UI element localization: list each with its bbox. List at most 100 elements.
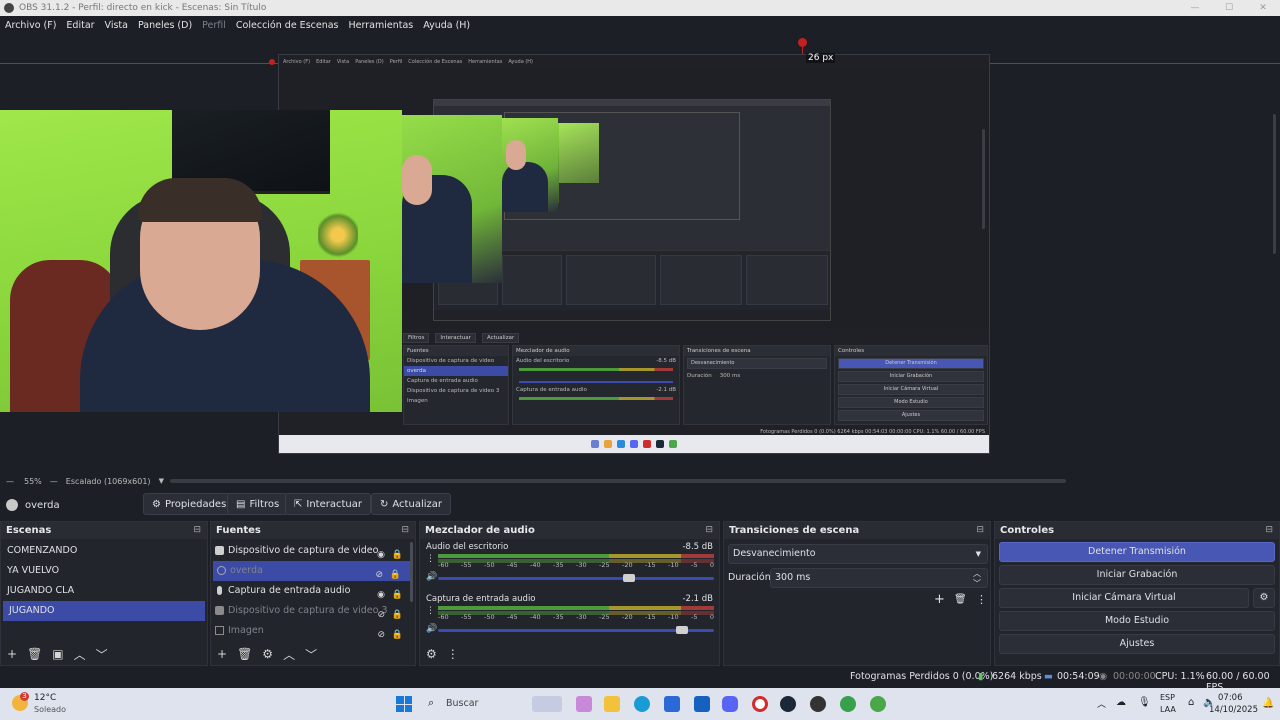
transition-select[interactable]: Desvanecimiento ▼ [728, 544, 988, 564]
clock-time[interactable]: 07:06 [1218, 693, 1243, 703]
zoom-in-button[interactable]: — [50, 477, 58, 486]
remove-transition-icon[interactable]: 🗑 [954, 594, 967, 605]
speaker-icon[interactable]: 🔊 [426, 624, 437, 634]
network-icon[interactable]: ⌂ [1188, 697, 1194, 708]
lock-icon[interactable]: 🔒 [392, 625, 403, 645]
add-source-icon[interactable]: + [217, 647, 227, 661]
guide-handle-icon[interactable] [798, 38, 807, 47]
zoom-dropdown-icon[interactable]: ▼ [159, 477, 164, 485]
microphone-tray-icon[interactable]: 🎙 [1138, 697, 1151, 708]
settings-button[interactable]: Ajustes [999, 634, 1275, 654]
meter-tick: -35 [553, 613, 564, 621]
filters-button[interactable]: ▤ Filtros [227, 493, 289, 515]
preview-area[interactable]: Archivo (F) Editar Vista Paneles (D) Per… [0, 34, 1280, 474]
spin-down-icon[interactable]: ﹀ [973, 575, 981, 593]
source-item[interactable]: Imagen ⊘ 🔒 [211, 621, 415, 641]
transition-menu-icon[interactable]: ⋮ [976, 593, 987, 606]
opera-icon[interactable] [752, 696, 768, 712]
remove-source-icon[interactable]: 🗑 [237, 647, 252, 661]
chrome-profile-icon[interactable] [870, 696, 886, 712]
start-virtual-camera-button[interactable]: Iniciar Cámara Virtual [999, 588, 1249, 608]
menu-help[interactable]: Ayuda (H) [423, 20, 470, 31]
scene-item[interactable]: JUGANDO CLA [1, 581, 207, 601]
onedrive-icon[interactable]: ☁ [1116, 697, 1126, 708]
obs-icon[interactable] [810, 696, 826, 712]
channel-menu-icon[interactable]: ⋮ [426, 606, 435, 616]
zoom-out-button[interactable]: — [6, 477, 14, 486]
signal-icon: ▮ [978, 671, 984, 682]
source-name: Imagen [228, 625, 264, 636]
stop-streaming-button[interactable]: Detener Transmisión [999, 542, 1275, 562]
source-item[interactable]: Dispositivo de captura de video 3 ⊘ 🔒 [211, 601, 415, 621]
volume-slider-knob[interactable] [676, 626, 688, 634]
move-down-icon[interactable]: ﹀ [96, 646, 108, 663]
dock-undock-icon[interactable]: ⊟ [401, 522, 409, 539]
widgets-icon[interactable] [532, 696, 562, 712]
volume-slider[interactable] [438, 626, 714, 634]
eye-hidden-icon[interactable]: ⊘ [377, 625, 385, 645]
add-scene-icon[interactable]: + [7, 647, 17, 661]
dock-undock-icon[interactable]: ⊟ [976, 522, 984, 539]
scene-item-selected[interactable]: JUGANDO [3, 601, 205, 621]
volume-slider[interactable] [438, 574, 714, 582]
edge-icon[interactable] [634, 696, 650, 712]
speaker-icon[interactable]: 🔊 [426, 572, 437, 582]
scene-filters-icon[interactable]: ▣ [52, 647, 63, 661]
move-up-icon[interactable]: ︿ [283, 646, 295, 663]
studio-mode-button[interactable]: Modo Estudio [999, 611, 1275, 631]
dock-undock-icon[interactable]: ⊟ [193, 522, 201, 539]
camera-icon [215, 546, 224, 555]
source-properties-icon[interactable]: ⚙ [262, 647, 273, 661]
move-down-icon[interactable]: ﹀ [305, 646, 317, 663]
refresh-button[interactable]: ↻ Actualizar [371, 493, 451, 515]
minimize-button[interactable]: — [1178, 0, 1212, 16]
source-item[interactable]: Captura de entrada audio ◉ 🔒 [211, 581, 415, 601]
menu-docks[interactable]: Paneles (D) [138, 20, 192, 31]
menu-scene-collection[interactable]: Colección de Escenas [236, 20, 339, 31]
menu-tools[interactable]: Herramientas [349, 20, 414, 31]
remove-scene-icon[interactable]: 🗑 [27, 647, 42, 661]
start-recording-button[interactable]: Iniciar Grabación [999, 565, 1275, 585]
virtual-camera-settings-icon[interactable]: ⚙ [1253, 588, 1275, 608]
menu-edit[interactable]: Editar [66, 20, 94, 31]
scene-item[interactable]: COMENZANDO [1, 541, 207, 561]
search-box[interactable]: ⌕ Buscar [422, 694, 522, 714]
webcam-feed[interactable] [0, 110, 402, 412]
advanced-audio-icon[interactable]: ⚙ [426, 647, 437, 661]
preview-horizontal-scrollbar[interactable] [170, 479, 1066, 483]
menu-profile[interactable]: Perfil [202, 20, 226, 31]
discord-icon[interactable] [722, 696, 738, 712]
source-item[interactable]: Dispositivo de captura de video ◉ 🔒 [211, 541, 415, 561]
store-icon[interactable] [664, 696, 680, 712]
steam-icon[interactable] [780, 696, 796, 712]
tray-chevron-icon[interactable]: ︿ [1097, 697, 1106, 710]
close-button[interactable]: ✕ [1246, 0, 1280, 16]
properties-button[interactable]: ⚙ Propiedades [143, 493, 236, 515]
language-indicator[interactable]: ESP [1160, 693, 1175, 702]
maximize-button[interactable]: ☐ [1212, 0, 1246, 16]
chrome-icon[interactable] [840, 696, 856, 712]
guide-handle-left-icon[interactable] [269, 59, 275, 65]
preview-scrollbar[interactable] [1273, 114, 1276, 254]
sources-scrollbar[interactable] [410, 542, 413, 602]
copilot-icon[interactable] [576, 696, 592, 712]
sources-toolbar: + 🗑 ⚙ ︿ ﹀ [211, 643, 415, 665]
scene-item[interactable]: YA VUELVO [1, 561, 207, 581]
add-transition-icon[interactable]: + [934, 592, 945, 607]
duration-input[interactable]: 300 ms ︿ ﹀ [770, 568, 988, 588]
source-item-selected[interactable]: overda ⊘ 🔒 [213, 561, 413, 581]
menu-file[interactable]: Archivo (F) [5, 20, 56, 31]
mixer-menu-icon[interactable]: ⋮ [447, 647, 459, 661]
level-meter [438, 606, 714, 610]
channel-menu-icon[interactable]: ⋮ [426, 554, 435, 564]
dock-undock-icon[interactable]: ⊟ [1265, 522, 1273, 539]
notifications-icon[interactable]: 🔔 [1262, 698, 1274, 709]
file-explorer-icon[interactable] [604, 696, 620, 712]
interact-button[interactable]: ⇱ Interactuar [285, 493, 371, 515]
dock-undock-icon[interactable]: ⊟ [705, 522, 713, 539]
windows-start-icon[interactable] [396, 696, 412, 712]
outlook-icon[interactable] [694, 696, 710, 712]
move-up-icon[interactable]: ︿ [74, 646, 86, 663]
menu-view[interactable]: Vista [105, 20, 128, 31]
volume-slider-knob[interactable] [623, 574, 635, 582]
